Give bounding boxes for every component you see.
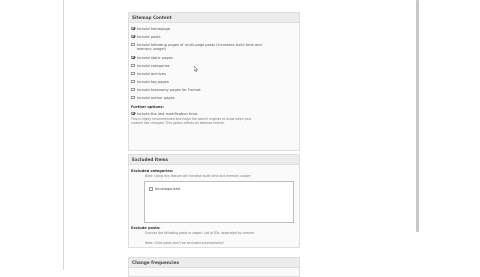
categories-list[interactable]: Uncategorized [144,181,294,223]
option-label: Include static pages [136,55,173,60]
option-include-homepage[interactable]: Include homepage [131,26,170,31]
option-include-taxonomy-pages[interactable]: Include taxonomy pages for Format [131,87,201,92]
change-frequencies-title[interactable]: Change frequencies [129,258,299,268]
exclude-posts-heading: Exclude posts: [131,226,161,230]
excluded-categories-note: Note: Using this feature will increase b… [145,174,251,178]
checkbox[interactable] [149,187,153,191]
option-label: Include homepage [136,26,170,31]
excluded-items-box: Excluded Items Excluded categories: Note… [128,154,300,248]
checkbox[interactable] [131,42,135,47]
checkbox[interactable] [131,26,135,31]
checkbox[interactable] [131,95,135,100]
option-continuation: memory usage!) [137,46,167,51]
option-include-archives[interactable]: Include archives [131,71,166,76]
exclude-posts-note-2: Note: Child posts won't be excluded auto… [145,241,224,245]
option-include-author-pages[interactable]: Include author pages [131,95,175,100]
excluded-items-title[interactable]: Excluded Items [129,155,299,165]
page-scrollbar[interactable] [416,0,419,232]
sitemap-content-box: Sitemap Content Include homepage Include… [128,12,300,151]
sitemap-content-title[interactable]: Sitemap Content [129,13,299,23]
option-label: Include tag pages [136,79,169,84]
category-uncategorized[interactable]: Uncategorized [149,187,180,191]
option-include-lastmod[interactable]: Include the last modification time. [131,111,198,116]
lastmod-note-2: content has changed. This option affects… [131,121,225,125]
option-label: Include author pages [136,95,175,100]
option-label: Include taxonomy pages for Format [136,87,201,92]
checkbox[interactable] [131,87,135,92]
admin-left-rail [63,0,64,270]
checkbox[interactable] [131,79,135,84]
category-label: Uncategorized [154,187,180,191]
option-label: Include the last modification time. [136,111,199,116]
option-include-tag-pages[interactable]: Include tag pages [131,79,169,84]
checkbox[interactable] [131,71,135,76]
option-label: Include posts [136,34,161,39]
checkbox[interactable] [131,34,135,39]
mouse-cursor-icon [194,66,198,72]
checkbox[interactable] [131,55,135,60]
option-label: memory usage!) [136,46,167,51]
option-include-categories[interactable]: Include categories [131,63,170,68]
exclude-posts-note: Exclude the following posts or pages: Li… [145,231,254,235]
option-include-static-pages[interactable]: Include static pages [131,55,173,60]
checkbox[interactable] [131,63,135,68]
option-label: Include categories [136,63,170,68]
checkbox[interactable] [131,111,135,116]
excluded-categories-heading: Excluded categories: [131,169,174,173]
further-options-heading: Further options: [131,105,164,109]
option-label: Include archives [136,71,166,76]
option-include-posts[interactable]: Include posts [131,34,160,39]
change-frequencies-box: Change frequencies [128,257,300,277]
